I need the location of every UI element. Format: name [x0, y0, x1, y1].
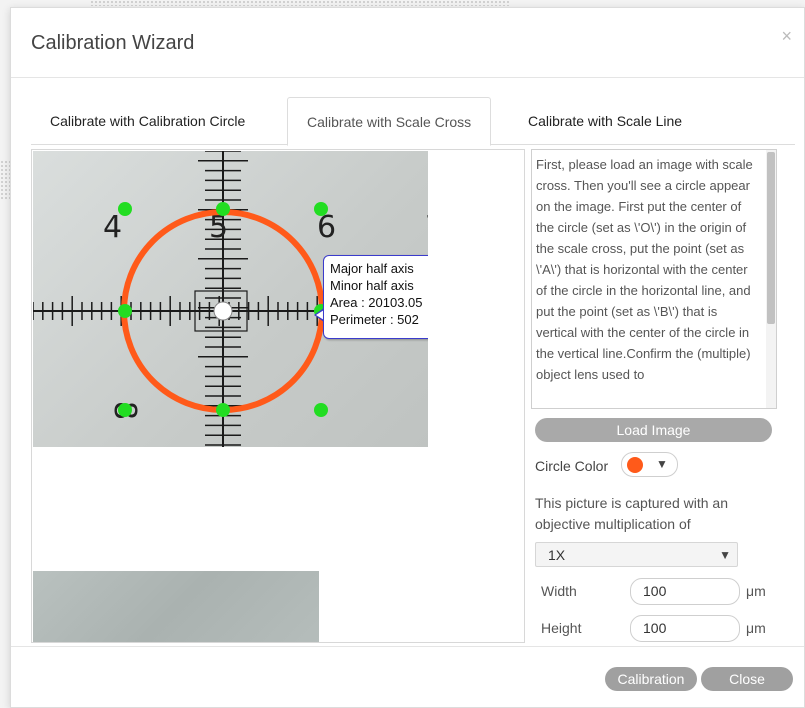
circle-color-label: Circle Color — [535, 458, 609, 474]
height-input[interactable]: 100 — [630, 615, 740, 642]
width-input[interactable]: 100 — [630, 578, 740, 605]
measurement-tooltip: Major half axis Minor half axis Area : 2… — [323, 255, 428, 339]
description-scrollbar[interactable] — [766, 150, 776, 408]
objective-selected-value: 1X — [548, 547, 566, 563]
center-point-handle[interactable] — [213, 301, 233, 321]
control-point[interactable] — [314, 202, 328, 216]
backdrop-pattern — [90, 0, 510, 6]
height-label: Height — [541, 620, 582, 636]
description-box: First, please load an image with scale c… — [531, 149, 777, 409]
image-viewer[interactable]: 4 5 6 7 8 Major — [31, 149, 525, 643]
objective-description: This picture is captured with an objecti… — [535, 495, 728, 532]
control-point[interactable] — [118, 304, 132, 318]
secondary-image-thumbnail — [33, 571, 319, 642]
control-point[interactable] — [118, 202, 132, 216]
scale-number-7: 7 — [425, 210, 428, 245]
chevron-down-icon: ▼ — [719, 548, 731, 562]
chevron-down-icon: ▼ — [656, 457, 668, 471]
tab-bar: Calibrate with Calibration Circle Calibr… — [31, 97, 795, 146]
calibration-button[interactable]: Calibration — [605, 667, 697, 691]
footer-divider — [11, 646, 804, 647]
width-unit: μm — [746, 583, 766, 599]
control-point[interactable] — [118, 403, 132, 417]
control-point[interactable] — [216, 202, 230, 216]
scale-cross-image[interactable]: 4 5 6 7 8 Major — [33, 151, 428, 447]
close-icon[interactable]: × — [781, 26, 792, 47]
calibration-wizard-dialog: Calibration Wizard × Calibrate with Cali… — [10, 7, 805, 708]
color-swatch — [627, 457, 643, 473]
backdrop-pattern-left — [0, 160, 10, 200]
tooltip-perimeter: Perimeter : 502 — [330, 312, 419, 327]
dialog-header: Calibration Wizard × — [11, 8, 804, 78]
control-point[interactable] — [216, 403, 230, 417]
tab-calibration-circle[interactable]: Calibrate with Calibration Circle — [31, 97, 264, 145]
control-point[interactable] — [314, 403, 328, 417]
width-label: Width — [541, 583, 577, 599]
tab-scale-cross[interactable]: Calibrate with Scale Cross — [287, 97, 492, 146]
close-button[interactable]: Close — [701, 667, 793, 691]
tooltip-major-axis: Major half axis — [330, 261, 414, 276]
scale-number-4: 4 — [103, 210, 122, 245]
tooltip-area: Area : 20103.05 — [330, 295, 423, 310]
tooltip-minor-axis: Minor half axis — [330, 278, 414, 293]
objective-select[interactable]: 1X ▼ — [535, 542, 738, 567]
tab-scale-line[interactable]: Calibrate with Scale Line — [509, 97, 701, 145]
description-text: First, please load an image with scale c… — [536, 157, 753, 382]
dialog-title: Calibration Wizard — [31, 32, 195, 54]
height-unit: μm — [746, 620, 766, 636]
scrollbar-thumb[interactable] — [767, 152, 775, 324]
load-image-button[interactable]: Load Image — [535, 418, 772, 442]
circle-color-picker[interactable]: ▼ — [621, 452, 678, 477]
